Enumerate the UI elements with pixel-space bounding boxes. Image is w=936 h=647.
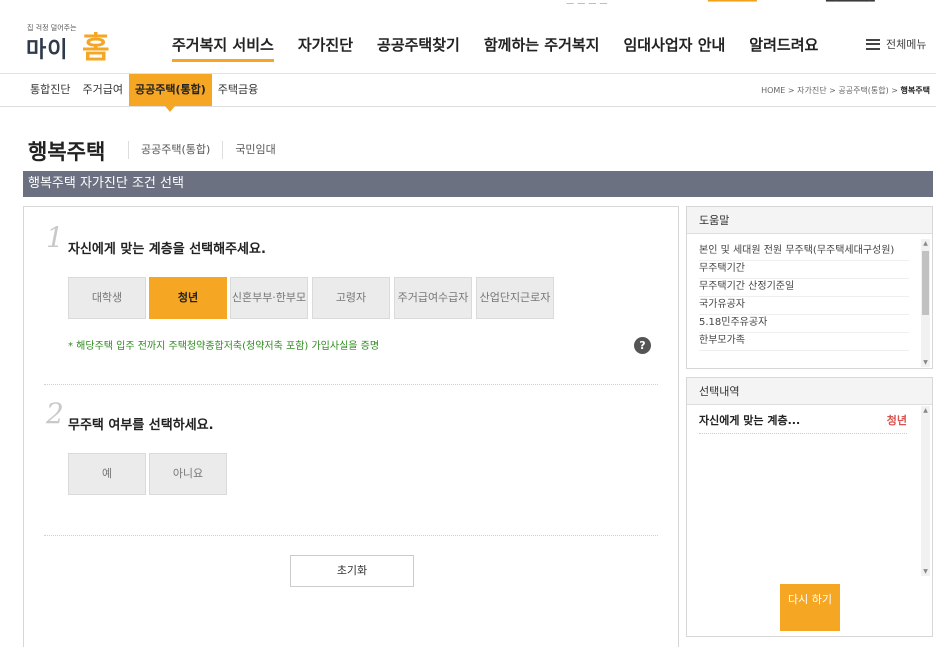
selection-row: 자신에게 맞는 계층... 청년	[699, 410, 907, 434]
selection-scrollbar[interactable]: ▲ ▼	[921, 406, 930, 576]
selection-panel: 선택내역 자신에게 맞는 계층... 청년 ▲ ▼ 다시 하기	[686, 377, 933, 637]
scroll-down-icon[interactable]: ▼	[921, 358, 930, 367]
help-item[interactable]: 본인 및 세대원 전원 무주택(무주택세대구성원)	[699, 243, 909, 261]
help-item[interactable]: 5.18민주유공자	[699, 315, 909, 333]
gnb-item-self-diagnosis[interactable]: 자가진단	[298, 34, 353, 62]
retry-button[interactable]: 다시 하기	[780, 584, 840, 631]
gnb-item-notice[interactable]: 알려드려요	[749, 34, 818, 62]
section-title-bar: 행복주택 자가진단 조건 선택	[23, 171, 933, 197]
lnb-items: 통합진단 주거급여 공공주택(통합) 주택금융	[24, 74, 264, 112]
lnb-item-housing-finance[interactable]: 주택금융	[212, 74, 264, 106]
gnb-item-housing-welfare[interactable]: 주거복지 서비스	[172, 34, 274, 62]
logo-text-main: 마이	[26, 38, 69, 63]
diagnosis-panel: 1 자신에게 맞는 계층을 선택해주세요. 대학생 청년 신혼부부·한부모 고령…	[23, 206, 679, 647]
selection-key: 자신에게 맞는 계층...	[699, 414, 801, 427]
option-yes[interactable]: 예	[68, 453, 146, 495]
sub-tabs: 공공주택(통합) 국민임대	[128, 141, 288, 159]
help-question-icon[interactable]: ?	[634, 337, 651, 354]
all-menu-button[interactable]: 전체메뉴	[866, 36, 926, 52]
question-number-2: 2	[46, 397, 64, 430]
option-industrial-worker[interactable]: 산업단지근로자	[476, 277, 554, 319]
global-nav: 집 걱정 덜어주는 마이 홈 주거복지 서비스 자가진단 공공주택찾기 함께하는…	[0, 6, 936, 74]
help-panel-title: 도움말	[687, 207, 932, 234]
divider	[44, 535, 658, 536]
all-menu-label: 전체메뉴	[886, 38, 927, 51]
option-newlywed-single-parent[interactable]: 신혼부부·한부모	[230, 277, 308, 319]
lnb-item-public-housing[interactable]: 공공주택(통합)	[128, 74, 212, 112]
selection-panel-title: 선택내역	[687, 378, 932, 405]
help-item[interactable]: 국가유공자	[699, 297, 909, 315]
gnb-item-landlord[interactable]: 임대사업자 안내	[623, 34, 725, 62]
selection-value: 청년	[886, 414, 907, 427]
option-housing-benefit-recipient[interactable]: 주거급여수급자	[394, 277, 472, 319]
scroll-up-icon[interactable]: ▲	[921, 239, 930, 248]
lnb-item-housing-benefit[interactable]: 주거급여	[76, 74, 128, 106]
gnb-item-public-housing[interactable]: 공공주택찾기	[377, 34, 460, 62]
help-panel: 도움말 본인 및 세대원 전원 무주택(무주택세대구성원) 무주택기간 무주택기…	[686, 206, 933, 369]
help-scrollbar[interactable]: ▲ ▼	[921, 239, 930, 367]
gnb-menu: 주거복지 서비스 자가진단 공공주택찾기 함께하는 주거복지 임대사업자 안내 …	[172, 34, 842, 62]
breadcrumb: HOME > 자가진단 > 공공주택(통합) > 행복주택	[761, 85, 930, 96]
page-title: 행복주택	[28, 140, 106, 164]
site-logo[interactable]: 집 걱정 덜어주는 마이 홈	[26, 23, 116, 66]
question-1-text: 자신에게 맞는 계층을 선택해주세요.	[68, 242, 266, 257]
help-item[interactable]: 한부모가족	[699, 333, 909, 351]
divider	[44, 384, 658, 385]
option-elderly[interactable]: 고령자	[312, 277, 390, 319]
question-number-1: 1	[46, 221, 64, 254]
question-2-text: 무주택 여부를 선택하세요.	[68, 418, 214, 433]
local-nav: 통합진단 주거급여 공공주택(통합) 주택금융 HOME > 자가진단 > 공공…	[0, 74, 936, 112]
logo-text-home: 홈	[82, 31, 110, 66]
gnb-item-together[interactable]: 함께하는 주거복지	[484, 34, 600, 62]
reset-button[interactable]: 초기화	[290, 555, 414, 587]
hamburger-icon	[866, 38, 880, 50]
subtab-national-rental[interactable]: 국민임대	[222, 141, 287, 159]
subscription-note: * 해당주택 입주 전까지 주택청약종합저축(청약저축 포함) 가입사실을 증명	[68, 341, 380, 352]
option-no[interactable]: 아니요	[149, 453, 227, 495]
lnb-item-integrated[interactable]: 통합진단	[24, 74, 76, 106]
scroll-down-icon[interactable]: ▼	[921, 567, 930, 576]
subtab-public-housing[interactable]: 공공주택(통합)	[128, 141, 222, 159]
help-item[interactable]: 무주택기간	[699, 261, 909, 279]
breadcrumb-current: 행복주택	[900, 86, 930, 95]
scrollbar-thumb[interactable]	[922, 251, 929, 315]
scroll-up-icon[interactable]: ▲	[921, 406, 930, 415]
help-list: 본인 및 세대원 전원 무주택(무주택세대구성원) 무주택기간 무주택기간 산정…	[699, 243, 909, 368]
help-item[interactable]: 무주택기간 산정기준일	[699, 279, 909, 297]
breadcrumb-path: HOME > 자가진단 > 공공주택(통합) >	[761, 86, 901, 95]
option-university-student[interactable]: 대학생	[68, 277, 146, 319]
option-youth[interactable]: 청년	[149, 277, 227, 319]
